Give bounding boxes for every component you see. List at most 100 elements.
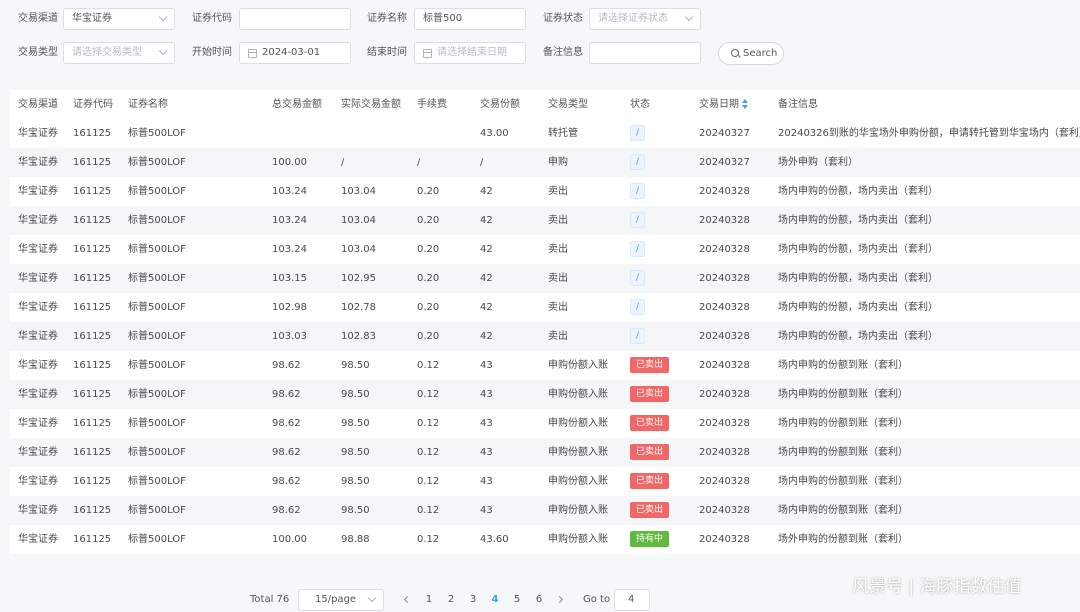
calendar-icon — [248, 49, 257, 58]
page-number-button[interactable]: 5 — [506, 589, 528, 611]
table-row[interactable]: 华宝证券 161125 标普500LOF 98.62 98.50 0.12 43 申购份额入账… — [10, 351, 1080, 380]
sort-icon[interactable] — [742, 99, 748, 109]
status-badge: 已卖出 — [630, 473, 670, 489]
search-button[interactable]: Search — [718, 42, 784, 65]
status-badge: / — [630, 299, 646, 315]
table-row[interactable]: 华宝证券 161125 标普500LOF 100.00 / / / 申购 / 20240327 场外… — [10, 148, 1080, 177]
table-row[interactable]: 华宝证券 161125 标普500LOF 98.62 98.50 0.12 43 申购份额入账… — [10, 380, 1080, 409]
cell-name: 标普500LOF — [128, 157, 186, 168]
table-row[interactable]: 华宝证券 161125 标普500LOF 102.98 102.78 0.20 42 卖出 / 2… — [10, 293, 1080, 322]
page-number-button[interactable]: 3 — [462, 589, 484, 611]
channel-select[interactable]: 华宝证券 — [63, 8, 175, 30]
column-header-date[interactable]: 交易日期 — [699, 90, 748, 119]
type-select[interactable]: 请选择交易类型 — [63, 42, 175, 64]
cell-shares: 43 — [480, 418, 493, 429]
table-row[interactable]: 华宝证券 161125 标普500LOF 98.62 98.50 0.12 43 申购份额入账… — [10, 438, 1080, 467]
column-header-label: 手续费 — [417, 99, 447, 110]
end-date-picker[interactable]: 请选择结束日期 — [414, 42, 526, 64]
cell-fee: 0.20 — [417, 331, 440, 342]
table-row[interactable]: 华宝证券 161125 标普500LOF 43.00 转托管 / 20240327 20240… — [10, 119, 1080, 148]
cell-note: 场内申购的份额，场内卖出（套利） — [778, 244, 938, 255]
status-badge: / — [630, 183, 646, 199]
column-header-label: 证券代码 — [73, 99, 113, 110]
table-row[interactable]: 华宝证券 161125 标普500LOF 103.24 103.04 0.20 42 卖出 / 2… — [10, 206, 1080, 235]
page-number-button[interactable]: 2 — [440, 589, 462, 611]
cell-total-amount: 98.62 — [272, 447, 301, 458]
chevron-down-icon — [684, 12, 694, 22]
cell-channel: 华宝证券 — [18, 418, 58, 429]
cell-code: 161125 — [73, 244, 112, 255]
column-header-label: 备注信息 — [778, 99, 818, 110]
cell-name: 标普500LOF — [128, 331, 186, 342]
table-row[interactable]: 华宝证券 161125 标普500LOF 100.00 98.88 0.12 43.60 申购… — [10, 525, 1080, 554]
page-size-select[interactable]: 15/page — [298, 589, 384, 611]
page-number-button[interactable]: 6 — [528, 589, 550, 611]
cell-channel: 华宝证券 — [18, 244, 58, 255]
cell-total-amount: 103.24 — [272, 215, 307, 226]
cell-code: 161125 — [73, 534, 112, 545]
cell-total-amount: 98.62 — [272, 360, 301, 371]
cell-code: 161125 — [73, 418, 112, 429]
cell-date: 20240328 — [699, 534, 750, 545]
note-input[interactable] — [589, 42, 701, 64]
cell-shares: 42 — [480, 215, 493, 226]
table-row[interactable]: 华宝证券 161125 标普500LOF 98.62 98.50 0.12 43 申购份额入账… — [10, 496, 1080, 525]
table-row[interactable]: 华宝证券 161125 标普500LOF 103.24 103.04 0.20 42 卖出 / 2… — [10, 235, 1080, 264]
start-date-value: 2024-03-01 — [262, 47, 321, 58]
cell-channel: 华宝证券 — [18, 360, 58, 371]
cell-fee: 0.20 — [417, 302, 440, 313]
status-select[interactable]: 请选择证券状态 — [589, 8, 701, 30]
cell-actual-amount: 103.04 — [341, 244, 376, 255]
cell-actual-amount: 102.95 — [341, 273, 376, 284]
cell-note: 场外申购的份额到账（套利） — [778, 534, 908, 545]
cell-type: 申购份额入账 — [548, 476, 608, 487]
table-row[interactable]: 华宝证券 161125 标普500LOF 98.62 98.50 0.12 43 申购份额入账… — [10, 467, 1080, 496]
table-row[interactable]: 华宝证券 161125 标普500LOF 103.15 102.95 0.20 42 卖出 / 2… — [10, 264, 1080, 293]
status-cell: / — [630, 322, 646, 351]
cell-name: 标普500LOF — [128, 273, 186, 284]
name-label: 证券名称 — [367, 13, 407, 24]
status-cell: / — [630, 148, 646, 177]
code-input[interactable] — [239, 8, 351, 30]
column-header-channel: 交易渠道 — [18, 90, 58, 119]
column-header-status: 状态 — [630, 90, 650, 119]
cell-total-amount: 98.62 — [272, 389, 301, 400]
cell-channel: 华宝证券 — [18, 186, 58, 197]
cell-type: 卖出 — [548, 331, 568, 342]
cell-code: 161125 — [73, 360, 112, 371]
start-date-picker[interactable]: 2024-03-01 — [239, 42, 351, 64]
name-input[interactable]: 标普500 — [414, 8, 526, 30]
table-body: 华宝证券 161125 标普500LOF 43.00 转托管 / 20240327 20240… — [10, 119, 1080, 554]
cell-total-amount: 100.00 — [272, 157, 307, 168]
cell-note: 场内申购的份额到账（套利） — [778, 389, 908, 400]
table-row[interactable]: 华宝证券 161125 标普500LOF 103.03 102.83 0.20 42 卖出 / 2… — [10, 322, 1080, 351]
cell-code: 161125 — [73, 447, 112, 458]
page-number-button[interactable]: 1 — [418, 589, 440, 611]
cell-channel: 华宝证券 — [18, 215, 58, 226]
cell-shares: 43 — [480, 389, 493, 400]
cell-total-amount: 103.24 — [272, 244, 307, 255]
cell-type: 卖出 — [548, 186, 568, 197]
cell-name: 标普500LOF — [128, 360, 186, 371]
table-row[interactable]: 华宝证券 161125 标普500LOF 98.62 98.50 0.12 43 申购份额入账… — [10, 409, 1080, 438]
status-badge: / — [630, 241, 646, 257]
cell-total-amount: 98.62 — [272, 476, 301, 487]
cell-date: 20240328 — [699, 418, 750, 429]
cell-actual-amount: 102.83 — [341, 331, 376, 342]
cell-note: 场内申购的份额到账（套利） — [778, 505, 908, 516]
goto-page-input[interactable]: 4 — [614, 589, 650, 611]
cell-shares: 43 — [480, 476, 493, 487]
cell-channel: 华宝证券 — [18, 476, 58, 487]
search-button-label: Search — [743, 48, 778, 59]
status-cell: 已卖出 — [630, 380, 670, 409]
cell-note: 场外申购（套利） — [778, 157, 858, 168]
cell-date: 20240328 — [699, 360, 750, 371]
cell-shares: 43.60 — [480, 534, 509, 545]
column-header-label: 总交易金额 — [272, 99, 322, 110]
cell-actual-amount: 103.04 — [341, 186, 376, 197]
table-row[interactable]: 华宝证券 161125 标普500LOF 103.24 103.04 0.20 42 卖出 / 2… — [10, 177, 1080, 206]
cell-note: 场内申购的份额，场内卖出（套利） — [778, 215, 938, 226]
cell-date: 20240328 — [699, 186, 750, 197]
status-cell: 已卖出 — [630, 467, 670, 496]
page-number-button[interactable]: 4 — [484, 589, 506, 611]
